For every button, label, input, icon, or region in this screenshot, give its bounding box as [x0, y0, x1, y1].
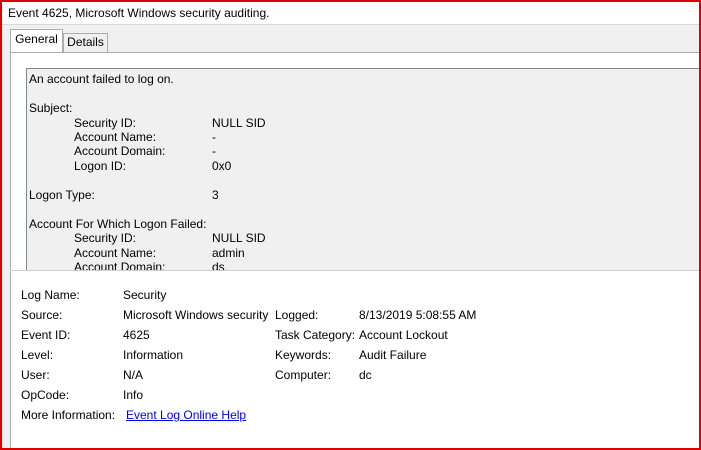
- opcode-value: Info: [123, 388, 144, 402]
- subject-logon-id-value: 0x0: [212, 159, 232, 173]
- log-name-label: Log Name:: [21, 288, 80, 302]
- computer-label: Computer:: [275, 368, 332, 382]
- window-title: Event 4625, Microsoft Windows security a…: [8, 6, 270, 20]
- more-information-label: More Information:: [21, 408, 116, 422]
- failed-account-header: Account For Which Logon Failed:: [29, 217, 207, 231]
- event-description-box[interactable]: An account failed to log on. Subject: Se…: [26, 68, 699, 270]
- subject-security-id-label: Security ID:: [74, 116, 137, 130]
- source-label: Source:: [21, 308, 63, 322]
- logged-label: Logged:: [275, 308, 319, 322]
- event-id-label: Event ID:: [21, 328, 71, 342]
- task-category-label: Task Category:: [275, 328, 356, 342]
- task-category-value: Account Lockout: [359, 328, 448, 342]
- computer-value: dc: [359, 368, 372, 382]
- description-summary: An account failed to log on.: [29, 72, 174, 86]
- failed-security-id-value: NULL SID: [212, 231, 266, 245]
- level-label: Level:: [21, 348, 54, 362]
- keywords-label: Keywords:: [275, 348, 332, 362]
- user-value: N/A: [123, 368, 144, 382]
- panel-divider: [10, 270, 699, 271]
- failed-account-name-value: admin: [212, 246, 245, 260]
- event-id-value: 4625: [123, 328, 150, 342]
- failed-security-id-label: Security ID:: [74, 231, 137, 245]
- title-bar: Event 4625, Microsoft Windows security a…: [2, 2, 699, 25]
- event-properties-window: Event 4625, Microsoft Windows security a…: [0, 0, 701, 450]
- source-value: Microsoft Windows security: [123, 308, 269, 322]
- tab-details[interactable]: Details: [63, 33, 108, 52]
- subject-account-name-label: Account Name:: [74, 130, 157, 144]
- logon-type-label: Logon Type:: [29, 188, 95, 202]
- failed-account-name-label: Account Name:: [74, 246, 157, 260]
- logon-type-value: 3: [212, 188, 219, 202]
- user-label: User:: [21, 368, 50, 382]
- subject-account-domain-value: -: [212, 144, 216, 158]
- failed-account-domain-value: ds: [212, 260, 225, 270]
- log-name-value: Security: [123, 288, 167, 302]
- keywords-value: Audit Failure: [359, 348, 427, 362]
- subject-logon-id-label: Logon ID:: [74, 159, 127, 173]
- subject-account-name-value: -: [212, 130, 216, 144]
- failed-account-domain-label: Account Domain:: [74, 260, 166, 270]
- opcode-label: OpCode:: [21, 388, 70, 402]
- subject-security-id-value: NULL SID: [212, 116, 266, 130]
- level-value: Information: [123, 348, 184, 362]
- subject-header: Subject:: [29, 101, 73, 115]
- subject-account-domain-label: Account Domain:: [74, 144, 166, 158]
- logged-value: 8/13/2019 5:08:55 AM: [359, 308, 477, 322]
- tab-general[interactable]: General: [10, 29, 63, 52]
- event-log-online-help-link[interactable]: Event Log Online Help: [126, 408, 246, 422]
